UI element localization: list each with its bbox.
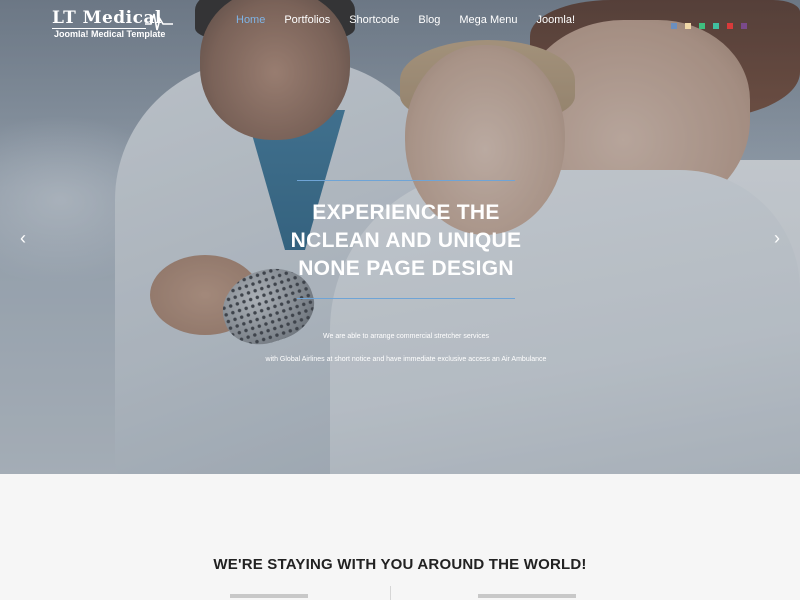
section-title: WE'RE STAYING WITH YOU AROUND THE WORLD! — [213, 556, 587, 573]
hero-slider: LT Medical Joomla! Medical Template Home… — [0, 0, 800, 474]
slider-next-arrow-icon[interactable]: › — [770, 228, 784, 249]
section-column-divider — [390, 586, 391, 600]
hero-top-rule — [297, 180, 515, 181]
color-swatch-3[interactable] — [699, 23, 705, 29]
hero-bottom-rule — [297, 298, 515, 299]
slider-prev-arrow-icon[interactable]: ‹ — [16, 228, 30, 249]
logo-subtitle: Joomla! Medical Template — [54, 29, 166, 39]
hero-title-line-3: NONE PAGE DESIGN — [298, 257, 514, 280]
hero-title: EXPERIENCE THE NCLEAN AND UNIQUE NONE PA… — [200, 199, 612, 283]
hero-text-line-1: We are able to arrange commercial stretc… — [323, 333, 489, 340]
color-swatch-1[interactable] — [671, 23, 677, 29]
cut-off-text-left — [230, 594, 308, 598]
color-switcher — [671, 23, 755, 29]
nav-item-joomla[interactable]: Joomla! — [536, 14, 575, 26]
hero-text-line-2: with Global Airlines at short notice and… — [265, 356, 547, 363]
nav-item-blog[interactable]: Blog — [418, 14, 440, 26]
color-swatch-5[interactable] — [727, 23, 733, 29]
nav-item-home[interactable]: Home — [236, 14, 265, 26]
hero-title-line-2: NCLEAN AND UNIQUE — [290, 229, 522, 252]
nav-item-portfolios[interactable]: Portfolios — [284, 14, 330, 26]
color-swatch-2[interactable] — [685, 23, 691, 29]
hero-title-line-1: EXPERIENCE THE — [312, 201, 500, 224]
color-swatch-6[interactable] — [741, 23, 747, 29]
cut-off-text-right — [478, 594, 576, 598]
color-swatch-4[interactable] — [713, 23, 719, 29]
nav-item-mega-menu[interactable]: Mega Menu — [459, 14, 517, 26]
site-logo[interactable]: LT Medical Joomla! Medical Template — [52, 8, 174, 42]
nav-item-shortcode[interactable]: Shortcode — [349, 14, 399, 26]
main-nav: Home Portfolios Shortcode Blog Mega Menu… — [236, 14, 594, 26]
about-section: WE'RE STAYING WITH YOU AROUND THE WORLD! — [0, 474, 800, 600]
